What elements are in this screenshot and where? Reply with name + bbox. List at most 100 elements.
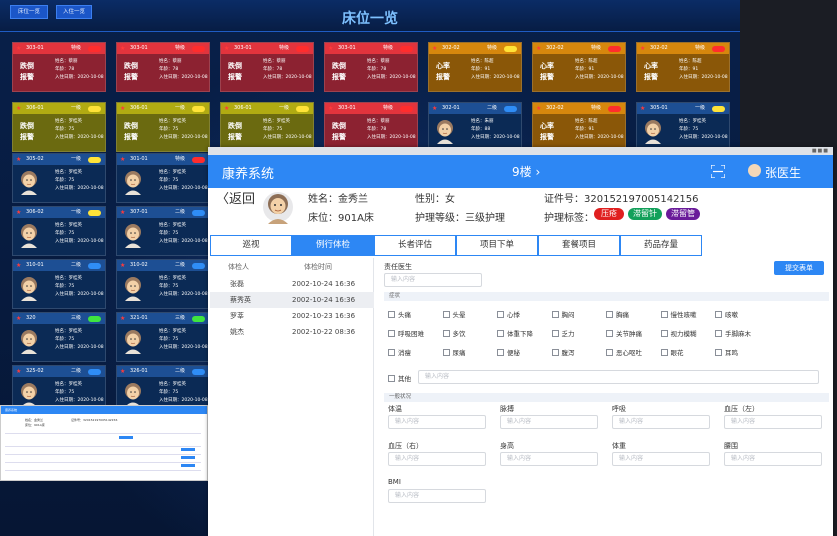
resident-info: 姓名：蔡丽 年龄：78 入住日期：2020-10-08: [55, 58, 104, 82]
tab-patrol[interactable]: 巡视: [210, 235, 292, 256]
responsible-doctor-input[interactable]: 输入内容: [384, 273, 482, 287]
bed-card[interactable]: ★ 307-01 二级 姓名：罗桂英 年龄：75 入住日期：2020-10-08: [116, 206, 210, 256]
status-indicator: [712, 105, 725, 112]
symptom-label: 胸痛: [616, 311, 629, 319]
symptom-checkbox[interactable]: 胸闷: [551, 309, 575, 319]
tab-medicine-stock[interactable]: 药品存量: [620, 235, 702, 256]
field-input[interactable]: 输入内容: [388, 452, 486, 466]
symptom-checkbox[interactable]: 头晕: [442, 309, 466, 319]
field-input[interactable]: 输入内容: [724, 415, 822, 429]
bed-card[interactable]: ★ 305-02 一级 姓名：罗桂英 年龄：75 入住日期：2020-10-08: [12, 153, 106, 203]
floor-selector[interactable]: 9楼 ›: [512, 163, 540, 180]
room-number: 320: [26, 315, 36, 321]
submit-form-button[interactable]: 提交表单: [774, 261, 824, 275]
bed-card-header: ★ 306-01 一级: [13, 103, 105, 114]
bed-card[interactable]: ★ 302-01 二级 姓名：朱丽 年龄：88 入住日期：2020-10-08: [428, 102, 522, 152]
history-row[interactable]: 罗莘 2002-10-23 16:36: [210, 308, 374, 324]
thumbnail-patient-name: 姓名：金秀兰: [25, 418, 44, 422]
bed-card[interactable]: ★ 301-01 特级 姓名：罗桂英 年龄：75 入住日期：2020-10-08: [116, 153, 210, 203]
star-icon: ★: [224, 45, 230, 52]
symptom-checkbox[interactable]: 多饮: [442, 328, 466, 338]
bed-card[interactable]: ★ 302-02 特级 心率报警 姓名：陈超 年龄：91 入住日期：2020-10-08: [532, 102, 626, 152]
history-row[interactable]: 姚杰 2002-10-22 08:36: [210, 324, 374, 340]
symptom-checkbox[interactable]: 恶心呕吐: [606, 347, 642, 357]
bed-card[interactable]: ★ 303-01 特级 跌倒报警 姓名：蔡丽 年龄：78 入住日期：2020-10-08: [220, 42, 314, 92]
symptom-checkbox[interactable]: 乏力: [551, 328, 575, 338]
bed-card[interactable]: ★ 306-01 一级 跌倒报警 姓名：罗桂英 年龄：75 入住日期：2020-10-08: [220, 102, 314, 152]
bed-card[interactable]: ★ 303-01 特级 跌倒报警 姓名：蔡丽 年龄：78 入住日期：2020-10-08: [116, 42, 210, 92]
field-input[interactable]: 输入内容: [388, 415, 486, 429]
symptom-checkbox[interactable]: 头痛: [388, 309, 411, 319]
care-level: 一级: [279, 105, 290, 111]
star-icon: ★: [16, 368, 22, 375]
symptom-checkbox[interactable]: 慢性咳嗽: [660, 309, 697, 319]
field-input[interactable]: 输入内容: [500, 415, 598, 429]
thumbnail-row-line: [5, 470, 201, 471]
care-level: 三级: [175, 315, 186, 321]
responsible-doctor-label: 责任医生: [384, 263, 412, 271]
room-number: 303-01: [338, 105, 356, 111]
doctor-name[interactable]: 张医生: [765, 164, 801, 181]
symptom-checkbox[interactable]: 手脚麻木: [715, 328, 751, 338]
scan-icon[interactable]: [711, 165, 725, 178]
bed-card[interactable]: ★ 303-01 特级 跌倒报警 姓名：蔡丽 年龄：78 入住日期：2020-10-08: [324, 42, 418, 92]
checkbox-other[interactable]: 其他: [388, 373, 411, 383]
symptom-checkbox[interactable]: 胸痛: [606, 309, 629, 319]
resident-info: 姓名：罗桂英 年龄：75 入住日期：2020-10-08: [159, 222, 208, 246]
symptom-checkbox[interactable]: 消瘦: [388, 347, 411, 357]
bed-card[interactable]: ★ 306-02 一级 姓名：罗桂英 年龄：75 入住日期：2020-10-08: [12, 206, 106, 256]
checkbox-icon: [606, 311, 613, 318]
care-level: 特级: [279, 45, 290, 51]
tab-package-items[interactable]: 套餐项目: [538, 235, 620, 256]
bed-card[interactable]: ★ 305-01 一级 姓名：罗桂英 年龄：75 入住日期：2020-10-08: [636, 102, 730, 152]
field-input[interactable]: 输入内容: [388, 489, 486, 503]
tab-routine-checkup[interactable]: 例行体检: [292, 235, 374, 256]
star-icon: ★: [16, 156, 22, 163]
window-controls-icon[interactable]: ■■■: [812, 148, 829, 154]
symptom-checkbox[interactable]: 呼吸困难: [388, 328, 424, 338]
field-input[interactable]: 输入内容: [500, 452, 598, 466]
symptom-checkbox[interactable]: 咳嗽: [715, 309, 738, 319]
status-indicator: [192, 368, 205, 375]
field-input[interactable]: 输入内容: [724, 452, 822, 466]
symptom-label: 耳鸣: [725, 349, 738, 357]
history-row[interactable]: 张磊 2002-10-24 16:36: [210, 276, 374, 292]
field-input[interactable]: 输入内容: [612, 415, 710, 429]
other-symptom-input[interactable]: 输入内容: [418, 370, 819, 384]
symptom-checkbox[interactable]: 便秘: [497, 347, 520, 357]
bed-card[interactable]: ★ 320 三级 姓名：罗桂英 年龄：75 入住日期：2020-10-08: [12, 312, 106, 362]
checkin-date: 入住日期：2020-10-08: [367, 75, 416, 80]
back-button[interactable]: 〈返回: [216, 188, 255, 207]
symptom-checkbox[interactable]: 耳鸣: [715, 347, 738, 357]
bed-card[interactable]: ★ 303-01 特级 跌倒报警 姓名：蔡丽 年龄：78 入住日期：2020-10-08: [12, 42, 106, 92]
symptom-checkbox[interactable]: 眼花: [660, 347, 684, 357]
symptom-checkbox[interactable]: 视力模糊: [660, 328, 697, 338]
bed-card[interactable]: ★ 306-01 一级 跌倒报警 姓名：罗桂英 年龄：75 入住日期：2020-10-08: [12, 102, 106, 152]
thumbnail-tabs-line: [5, 433, 201, 434]
bed-overview-button[interactable]: 床位一览: [10, 5, 48, 19]
bed-card[interactable]: ★ 302-02 特级 心率报警 姓名：陈超 年龄：91 入住日期：2020-10-08: [636, 42, 730, 92]
symptom-checkbox[interactable]: 体重下降: [497, 328, 533, 338]
history-row[interactable]: 蔡秀英 2002-10-24 16:36: [210, 292, 374, 308]
symptom-checkbox[interactable]: 尿痛: [442, 347, 466, 357]
bed-card[interactable]: ★ 310-01 二级 姓名：罗桂英 年龄：75 入住日期：2020-10-08: [12, 259, 106, 309]
bed-card[interactable]: ★ 306-01 一级 跌倒报警 姓名：罗桂英 年龄：75 入住日期：2020-10-08: [116, 102, 210, 152]
thumbnail-preview[interactable]: 康养系统 姓名：金秀兰 床位：901A床 证件号：320152197005142…: [0, 405, 208, 481]
room-number: 306-01: [234, 105, 252, 111]
tab-project-order[interactable]: 项目下单: [456, 235, 538, 256]
checkin-overview-button[interactable]: 入住一览: [56, 5, 92, 19]
star-icon: ★: [16, 45, 22, 52]
bed-card[interactable]: ★ 310-02 二级 姓名：罗桂英 年龄：75 入住日期：2020-10-08: [116, 259, 210, 309]
field-input[interactable]: 输入内容: [612, 452, 710, 466]
resident-info: 姓名：罗桂英 年龄：75 入住日期：2020-10-08: [263, 118, 312, 142]
symptom-checkbox[interactable]: 心悸: [497, 309, 520, 319]
bed-card[interactable]: ★ 302-02 特级 心率报警 姓名：陈超 年龄：91 入住日期：2020-10-08: [532, 42, 626, 92]
bed-card[interactable]: ★ 321-01 三级 姓名：罗桂英 年龄：75 入住日期：2020-10-08: [116, 312, 210, 362]
bed-card[interactable]: ★ 302-02 特级 心率报警 姓名：陈超 年龄：91 入住日期：2020-10-08: [428, 42, 522, 92]
bed-card-header: ★ 302-02 特级: [637, 43, 729, 54]
bed-card[interactable]: ★ 303-01 特级 跌倒报警 姓名：蔡丽 年龄：78 入住日期：2020-10-08: [324, 102, 418, 152]
tab-elder-assessment[interactable]: 长者评估: [374, 235, 456, 256]
symptom-checkbox[interactable]: 腹泻: [551, 347, 575, 357]
symptom-checkbox[interactable]: 关节肿痛: [606, 328, 642, 338]
checkbox-icon: [606, 349, 613, 356]
